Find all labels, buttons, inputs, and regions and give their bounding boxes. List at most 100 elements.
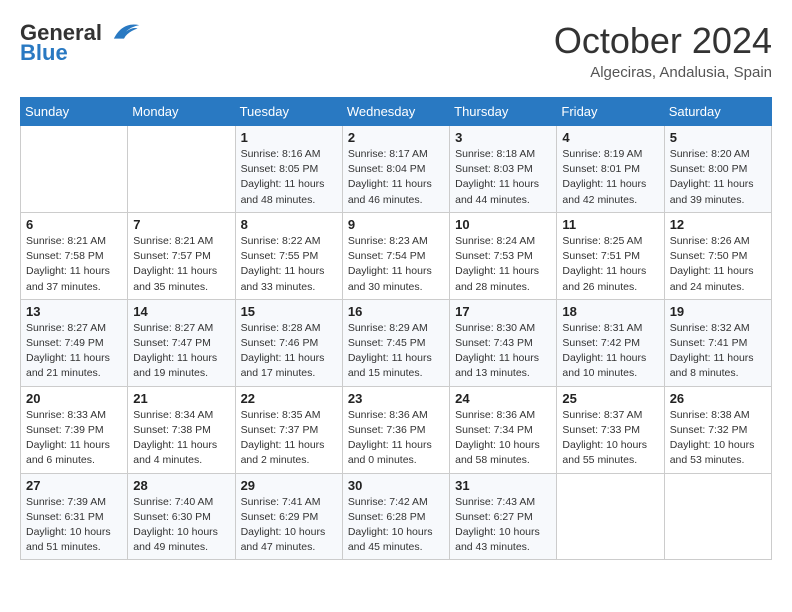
calendar-cell: 4 Sunrise: 8:19 AMSunset: 8:01 PMDaylight… [557,126,664,213]
calendar-table: SundayMondayTuesdayWednesdayThursdayFrid… [20,97,772,560]
day-number: 19 [670,304,766,319]
weekday-header: Saturday [664,98,771,126]
day-info: Sunrise: 8:30 AMSunset: 7:43 PMDaylight:… [455,321,551,382]
day-number: 18 [562,304,658,319]
weekday-header: Monday [128,98,235,126]
calendar-cell: 18 Sunrise: 8:31 AMSunset: 7:42 PMDayligh… [557,299,664,386]
title-section: October 2024 Algeciras, Andalusia, Spain [554,20,772,81]
calendar-week-row: 6Sunrise: 8:21 AMSunset: 7:58 PMDaylight… [21,212,772,299]
day-number: 10 [455,217,551,232]
day-number: 15 [241,304,337,319]
calendar-cell: 30 Sunrise: 7:42 AMSunset: 6:28 PMDayligh… [342,473,449,560]
day-info: Sunrise: 8:24 AMSunset: 7:53 PMDaylight:… [455,234,551,295]
calendar-cell: 9Sunrise: 8:23 AMSunset: 7:54 PMDaylight… [342,212,449,299]
day-number: 28 [133,478,229,493]
calendar-week-row: 27 Sunrise: 7:39 AMSunset: 6:31 PMDayligh… [21,473,772,560]
logo-bird-icon [106,20,142,42]
day-number: 11 [562,217,658,232]
calendar-cell: 27 Sunrise: 7:39 AMSunset: 6:31 PMDayligh… [21,473,128,560]
calendar-week-row: 20 Sunrise: 8:33 AMSunset: 7:39 PMDayligh… [21,386,772,473]
day-info: Sunrise: 8:26 AMSunset: 7:50 PMDaylight:… [670,234,766,295]
month-title: October 2024 [554,20,772,62]
calendar-cell: 19 Sunrise: 8:32 AMSunset: 7:41 PMDayligh… [664,299,771,386]
day-number: 3 [455,130,551,145]
day-info: Sunrise: 7:41 AMSunset: 6:29 PMDaylight:… [241,495,337,556]
day-number: 30 [348,478,444,493]
day-info: Sunrise: 8:23 AMSunset: 7:54 PMDaylight:… [348,234,444,295]
calendar-cell [557,473,664,560]
day-number: 14 [133,304,229,319]
calendar-cell: 22 Sunrise: 8:35 AMSunset: 7:37 PMDayligh… [235,386,342,473]
calendar-cell [664,473,771,560]
day-number: 27 [26,478,122,493]
day-info: Sunrise: 8:36 AMSunset: 7:34 PMDaylight:… [455,408,551,469]
day-number: 8 [241,217,337,232]
day-info: Sunrise: 8:19 AMSunset: 8:01 PMDaylight:… [562,147,658,208]
calendar-cell: 6Sunrise: 8:21 AMSunset: 7:58 PMDaylight… [21,212,128,299]
day-info: Sunrise: 8:37 AMSunset: 7:33 PMDaylight:… [562,408,658,469]
day-number: 31 [455,478,551,493]
day-info: Sunrise: 7:43 AMSunset: 6:27 PMDaylight:… [455,495,551,556]
location: Algeciras, Andalusia, Spain [554,64,772,81]
day-number: 20 [26,391,122,406]
weekday-header: Friday [557,98,664,126]
day-number: 12 [670,217,766,232]
day-info: Sunrise: 8:28 AMSunset: 7:46 PMDaylight:… [241,321,337,382]
day-info: Sunrise: 8:34 AMSunset: 7:38 PMDaylight:… [133,408,229,469]
day-info: Sunrise: 8:22 AMSunset: 7:55 PMDaylight:… [241,234,337,295]
day-info: Sunrise: 8:21 AMSunset: 7:58 PMDaylight:… [26,234,122,295]
calendar-cell: 31 Sunrise: 7:43 AMSunset: 6:27 PMDayligh… [450,473,557,560]
day-info: Sunrise: 8:27 AMSunset: 7:47 PMDaylight:… [133,321,229,382]
day-info: Sunrise: 8:35 AMSunset: 7:37 PMDaylight:… [241,408,337,469]
weekday-header: Tuesday [235,98,342,126]
day-info: Sunrise: 8:29 AMSunset: 7:45 PMDaylight:… [348,321,444,382]
day-number: 22 [241,391,337,406]
day-number: 2 [348,130,444,145]
day-number: 29 [241,478,337,493]
day-number: 13 [26,304,122,319]
day-info: Sunrise: 8:33 AMSunset: 7:39 PMDaylight:… [26,408,122,469]
day-number: 16 [348,304,444,319]
day-info: Sunrise: 8:36 AMSunset: 7:36 PMDaylight:… [348,408,444,469]
day-info: Sunrise: 7:42 AMSunset: 6:28 PMDaylight:… [348,495,444,556]
calendar-cell: 2 Sunrise: 8:17 AMSunset: 8:04 PMDaylight… [342,126,449,213]
day-info: Sunrise: 7:39 AMSunset: 6:31 PMDaylight:… [26,495,122,556]
day-info: Sunrise: 7:40 AMSunset: 6:30 PMDaylight:… [133,495,229,556]
day-info: Sunrise: 8:32 AMSunset: 7:41 PMDaylight:… [670,321,766,382]
weekday-header-row: SundayMondayTuesdayWednesdayThursdayFrid… [21,98,772,126]
calendar-cell: 8 Sunrise: 8:22 AMSunset: 7:55 PMDaylight… [235,212,342,299]
day-number: 1 [241,130,337,145]
day-info: Sunrise: 8:38 AMSunset: 7:32 PMDaylight:… [670,408,766,469]
calendar-cell: 25 Sunrise: 8:37 AMSunset: 7:33 PMDayligh… [557,386,664,473]
calendar-cell: 26Sunrise: 8:38 AMSunset: 7:32 PMDayligh… [664,386,771,473]
day-number: 5 [670,130,766,145]
weekday-header: Sunday [21,98,128,126]
calendar-cell: 17Sunrise: 8:30 AMSunset: 7:43 PMDayligh… [450,299,557,386]
day-number: 24 [455,391,551,406]
calendar-cell: 11Sunrise: 8:25 AMSunset: 7:51 PMDayligh… [557,212,664,299]
calendar-cell [128,126,235,213]
calendar-cell: 15 Sunrise: 8:28 AMSunset: 7:46 PMDayligh… [235,299,342,386]
calendar-cell: 28 Sunrise: 7:40 AMSunset: 6:30 PMDayligh… [128,473,235,560]
calendar-week-row: 1 Sunrise: 8:16 AMSunset: 8:05 PMDaylight… [21,126,772,213]
calendar-cell: 10 Sunrise: 8:24 AMSunset: 7:53 PMDayligh… [450,212,557,299]
calendar-week-row: 13Sunrise: 8:27 AMSunset: 7:49 PMDayligh… [21,299,772,386]
day-number: 25 [562,391,658,406]
calendar-cell: 29 Sunrise: 7:41 AMSunset: 6:29 PMDayligh… [235,473,342,560]
day-info: Sunrise: 8:18 AMSunset: 8:03 PMDaylight:… [455,147,551,208]
calendar-cell: 20 Sunrise: 8:33 AMSunset: 7:39 PMDayligh… [21,386,128,473]
day-info: Sunrise: 8:16 AMSunset: 8:05 PMDaylight:… [241,147,337,208]
day-number: 23 [348,391,444,406]
calendar-cell: 21 Sunrise: 8:34 AMSunset: 7:38 PMDayligh… [128,386,235,473]
weekday-header: Wednesday [342,98,449,126]
weekday-header: Thursday [450,98,557,126]
calendar-cell: 23 Sunrise: 8:36 AMSunset: 7:36 PMDayligh… [342,386,449,473]
logo: General Blue [20,20,142,66]
calendar-cell: 24 Sunrise: 8:36 AMSunset: 7:34 PMDayligh… [450,386,557,473]
day-info: Sunrise: 8:31 AMSunset: 7:42 PMDaylight:… [562,321,658,382]
day-number: 4 [562,130,658,145]
calendar-cell: 5Sunrise: 8:20 AMSunset: 8:00 PMDaylight… [664,126,771,213]
day-info: Sunrise: 8:17 AMSunset: 8:04 PMDaylight:… [348,147,444,208]
calendar-cell: 16 Sunrise: 8:29 AMSunset: 7:45 PMDayligh… [342,299,449,386]
day-number: 21 [133,391,229,406]
